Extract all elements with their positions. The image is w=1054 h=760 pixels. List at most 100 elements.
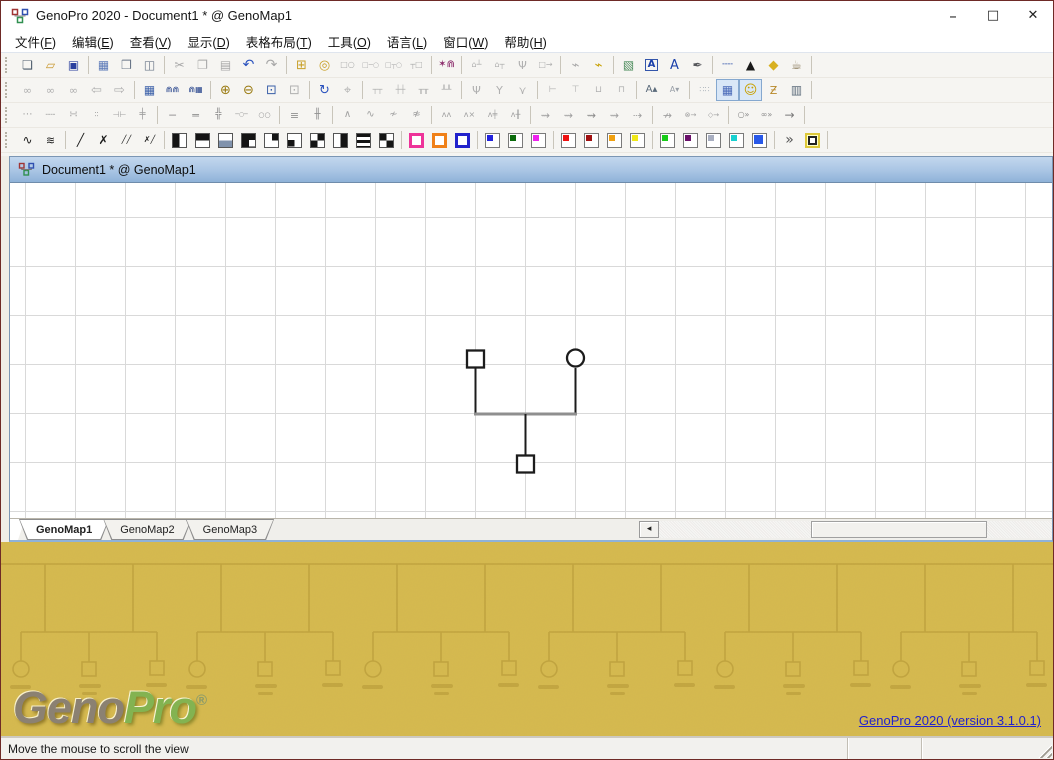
descendant-tree-icon[interactable]: Ψ xyxy=(465,79,488,101)
more-colors-icon[interactable]: » xyxy=(778,129,801,151)
color-fill-blue-swatch[interactable] xyxy=(748,129,771,151)
color-gray-swatch[interactable] xyxy=(702,129,725,151)
line-dash-icon[interactable]: ╌╌ xyxy=(39,104,62,126)
draw-double-link-icon[interactable]: ╱╱ xyxy=(115,129,138,151)
line-double-icon[interactable]: ═ xyxy=(184,104,207,126)
line-circles-icon[interactable]: ○○ xyxy=(253,104,276,126)
scroll-left-button[interactable]: ◂ xyxy=(639,521,659,538)
hyperlink-target-icon[interactable]: ∞ xyxy=(62,79,85,101)
find-in-table-icon[interactable]: ⋒▦ xyxy=(184,79,207,101)
menu-item-o[interactable]: 工具(O) xyxy=(320,30,379,53)
genogram-father[interactable] xyxy=(467,351,484,368)
menu-item-d[interactable]: 显示(D) xyxy=(179,30,237,53)
genomap-canvas[interactable] xyxy=(10,183,1052,518)
menu-item-e[interactable]: 编辑(E) xyxy=(64,30,122,53)
border-blue-swatch[interactable] xyxy=(451,129,474,151)
hourglass-tree-icon[interactable]: ⋎ xyxy=(511,79,534,101)
line-triple-icon[interactable]: ≡ xyxy=(283,104,306,126)
border-orange-swatch[interactable] xyxy=(428,129,451,151)
menu-item-t[interactable]: 表格布局(T) xyxy=(238,30,320,53)
report-icon[interactable]: ▥ xyxy=(785,79,808,101)
quick-layout-icon[interactable]: ⌁ xyxy=(564,54,587,76)
undo-icon[interactable]: ↶ xyxy=(237,54,260,76)
print-icon[interactable]: ◫ xyxy=(138,54,161,76)
dash-style-icon[interactable]: ╌╌ xyxy=(716,54,739,76)
color-magenta-swatch[interactable] xyxy=(527,129,550,151)
circle-arrow-icon[interactable]: ○» xyxy=(732,104,755,126)
save-icon[interactable]: ▣ xyxy=(62,54,85,76)
show-grid-icon[interactable]: ▦ xyxy=(716,79,739,101)
forward-icon[interactable]: ⇨ xyxy=(108,79,131,101)
line-dots-icon[interactable]: ⋯ xyxy=(16,104,39,126)
wave-arrow-1-icon[interactable]: ⇝ xyxy=(534,104,557,126)
curve-single-icon[interactable]: ∿ xyxy=(16,129,39,151)
fill-bottom-slate-swatch[interactable] xyxy=(214,129,237,151)
refresh-layout-icon[interactable]: ↻ xyxy=(313,79,336,101)
close-button[interactable]: ✕ xyxy=(1013,1,1053,30)
cross-arrow-icon[interactable]: ⊗→ xyxy=(679,104,702,126)
erase-link-icon[interactable]: ✗ xyxy=(92,129,115,151)
color-cyan-swatch[interactable] xyxy=(725,129,748,151)
color-orange-swatch[interactable] xyxy=(603,129,626,151)
curve-cut-double-icon[interactable]: ≉ xyxy=(405,104,428,126)
hyperlink-icon[interactable]: ∞ xyxy=(16,79,39,101)
open-folder-icon[interactable]: ▱ xyxy=(39,54,62,76)
insert-child-icon[interactable]: ┬□ xyxy=(405,54,428,76)
color-bright-green-swatch[interactable] xyxy=(656,129,679,151)
follow-hyperlink-icon[interactable]: ∞ xyxy=(39,79,62,101)
emoticon-display-icon[interactable]: ☺ xyxy=(739,79,762,101)
fill-three-quarter-swatch[interactable] xyxy=(237,129,260,151)
line-tick-hash-icon[interactable]: ╪ xyxy=(131,104,154,126)
fill-top-half-swatch[interactable] xyxy=(191,129,214,151)
genogram-mother[interactable] xyxy=(567,350,584,367)
cut-arrow-icon[interactable]: ↛ xyxy=(656,104,679,126)
paste-icon[interactable]: ▤ xyxy=(214,54,237,76)
goto-genomap-icon[interactable]: □→ xyxy=(534,54,557,76)
color-purple-swatch[interactable] xyxy=(679,129,702,151)
fill-right-half-swatch[interactable] xyxy=(329,129,352,151)
fill-bars-swatch[interactable] xyxy=(352,129,375,151)
zigzag-cut-icon[interactable]: ʌ× xyxy=(458,104,481,126)
resize-grip[interactable] xyxy=(1038,744,1052,758)
insert-picture-icon[interactable]: ▧ xyxy=(617,54,640,76)
show-family-tree-icon[interactable]: Ψ xyxy=(511,54,534,76)
menu-item-l[interactable]: 语言(L) xyxy=(379,30,435,53)
color-yellow-swatch[interactable] xyxy=(626,129,649,151)
erase-double-link-icon[interactable]: ✗╱ xyxy=(138,129,161,151)
zoom-selection-icon[interactable]: ⊡ xyxy=(260,79,283,101)
line-dash-columns-icon[interactable]: ∶∶ xyxy=(85,104,108,126)
connector-style-down-icon[interactable]: ⊤ xyxy=(564,79,587,101)
zigzag-hash-icon[interactable]: ʌ╪ xyxy=(481,104,504,126)
custom-color-icon[interactable] xyxy=(801,129,824,151)
layout-wizard-icon[interactable]: ⌁ xyxy=(587,54,610,76)
color-dark-red-swatch[interactable] xyxy=(580,129,603,151)
script-icon[interactable]: Ƶ xyxy=(762,79,785,101)
genogram-child[interactable] xyxy=(517,456,534,473)
line-hash-icon[interactable]: ╬ xyxy=(207,104,230,126)
triangle-shape-icon[interactable]: ▲ xyxy=(739,54,762,76)
table-view-icon[interactable]: ▦ xyxy=(138,79,161,101)
draw-link-icon[interactable]: ╱ xyxy=(69,129,92,151)
color-red-swatch[interactable] xyxy=(557,129,580,151)
menu-item-f[interactable]: 文件(F) xyxy=(7,30,64,53)
align-generation-icon[interactable]: ╨╨ xyxy=(435,79,458,101)
snap-position-icon[interactable]: ⌖ xyxy=(336,79,359,101)
snap-dots-icon[interactable]: ∷∷ xyxy=(693,79,716,101)
color-picker-icon[interactable]: ✒ xyxy=(686,54,709,76)
toolbar-grip[interactable] xyxy=(5,57,13,73)
fill-left-half-swatch[interactable] xyxy=(168,129,191,151)
wave-arrow-2-icon[interactable]: ⇝ xyxy=(557,104,580,126)
zigzag-icon[interactable]: ʌʌ xyxy=(435,104,458,126)
font-icon[interactable]: A xyxy=(663,54,686,76)
fill-checker-swatch[interactable] xyxy=(375,129,398,151)
loop-arrow-icon[interactable]: ∞» xyxy=(755,104,778,126)
zoom-out-icon[interactable]: ⊖ xyxy=(237,79,260,101)
show-ancestors-icon[interactable]: ⌂┴ xyxy=(465,54,488,76)
color-blue-swatch[interactable] xyxy=(481,129,504,151)
diamond-arrow-icon[interactable]: ◇→ xyxy=(702,104,725,126)
horizontal-scrollbar[interactable] xyxy=(659,521,1052,538)
insert-mate-icon[interactable]: □─○ xyxy=(359,54,382,76)
wave-arrow-4-icon[interactable]: ⇝ xyxy=(603,104,626,126)
increase-font-icon[interactable]: A▴ xyxy=(640,79,663,101)
align-siblings-icon[interactable]: ╥╥ xyxy=(412,79,435,101)
